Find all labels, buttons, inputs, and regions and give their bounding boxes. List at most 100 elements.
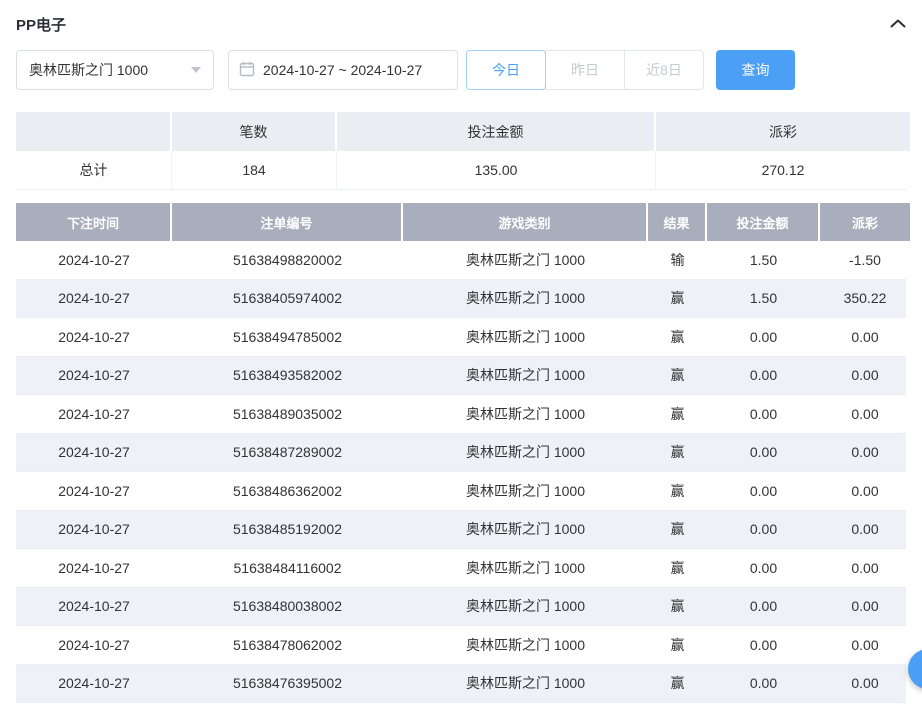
game-name: 奥林匹斯之门 1000 <box>403 626 648 664</box>
date-range-value: 2024-10-27 ~ 2024-10-27 <box>263 62 422 78</box>
bet-time: 2024-10-27 <box>16 626 172 664</box>
bet-id: 51638493582002 <box>172 357 403 395</box>
result: 赢 <box>648 472 707 510</box>
bet-time: 2024-10-27 <box>16 511 172 549</box>
filter-bar: 奥林匹斯之门 1000 2024-10-27 ~ 2024-10-27 今日昨日… <box>16 50 906 90</box>
bet-amount: 0.00 <box>707 472 820 510</box>
bet-id: 51638489035002 <box>172 395 403 433</box>
records-column-header: 下注时间 <box>16 203 172 241</box>
game-name: 奥林匹斯之门 1000 <box>403 434 648 472</box>
game-name: 奥林匹斯之门 1000 <box>403 588 648 626</box>
quick-range-button[interactable]: 今日 <box>466 50 546 90</box>
result: 赢 <box>648 357 707 395</box>
game-name: 奥林匹斯之门 1000 <box>403 241 648 279</box>
search-button[interactable]: 查询 <box>716 50 795 90</box>
quick-range-button[interactable]: 昨日 <box>545 50 625 90</box>
bet-time: 2024-10-27 <box>16 588 172 626</box>
quick-range-group: 今日昨日近8日 <box>466 50 704 90</box>
records-column-header: 结果 <box>648 203 707 241</box>
result: 赢 <box>648 665 707 703</box>
payout: -1.50 <box>820 241 910 279</box>
bet-id: 51638487289002 <box>172 434 403 472</box>
records-column-header: 游戏类别 <box>403 203 648 241</box>
summary-header-payout: 派彩 <box>656 112 910 151</box>
bet-amount: 1.50 <box>707 280 820 318</box>
date-range-picker[interactable]: 2024-10-27 ~ 2024-10-27 <box>228 50 458 90</box>
result: 赢 <box>648 511 707 549</box>
bet-id: 51638485192002 <box>172 511 403 549</box>
payout: 0.00 <box>820 395 910 433</box>
table-row: 2024-10-2751638485192002奥林匹斯之门 1000赢0.00… <box>16 511 906 550</box>
table-row: 2024-10-2751638487289002奥林匹斯之门 1000赢0.00… <box>16 434 906 473</box>
payout: 350.22 <box>820 280 910 318</box>
chevron-up-icon <box>890 15 906 33</box>
game-select[interactable]: 奥林匹斯之门 1000 <box>16 50 214 90</box>
quick-range-button[interactable]: 近8日 <box>624 50 704 90</box>
bet-id: 51638498820002 <box>172 241 403 279</box>
bet-id: 51638478062002 <box>172 626 403 664</box>
records-column-header: 注单编号 <box>172 203 403 241</box>
panel-header: PP电子 <box>16 0 906 34</box>
result: 赢 <box>648 434 707 472</box>
game-select-value: 奥林匹斯之门 1000 <box>29 60 148 80</box>
bet-id: 51638486362002 <box>172 472 403 510</box>
records-column-header: 投注金额 <box>707 203 820 241</box>
bet-time: 2024-10-27 <box>16 434 172 472</box>
bet-time: 2024-10-27 <box>16 318 172 356</box>
bet-time: 2024-10-27 <box>16 395 172 433</box>
payout: 0.00 <box>820 626 910 664</box>
payout: 0.00 <box>820 549 910 587</box>
bet-amount: 0.00 <box>707 588 820 626</box>
game-name: 奥林匹斯之门 1000 <box>403 549 648 587</box>
collapse-button[interactable] <box>890 15 906 33</box>
payout: 0.00 <box>820 318 910 356</box>
bet-time: 2024-10-27 <box>16 549 172 587</box>
summary-table: 笔数 投注金额 派彩 总计 184 135.00 270.12 <box>16 112 906 190</box>
chevron-down-icon <box>191 67 201 73</box>
bet-amount: 0.00 <box>707 626 820 664</box>
payout: 0.00 <box>820 357 910 395</box>
summary-header-bet-amount: 投注金额 <box>337 112 656 151</box>
table-row: 2024-10-2751638489035002奥林匹斯之门 1000赢0.00… <box>16 395 906 434</box>
records-column-header: 派彩 <box>820 203 910 241</box>
records-header-row: 下注时间注单编号游戏类别结果投注金额派彩 <box>16 203 906 241</box>
table-row: 2024-10-2751638486362002奥林匹斯之门 1000赢0.00… <box>16 472 906 511</box>
result: 赢 <box>648 280 707 318</box>
summary-header-blank <box>16 112 172 151</box>
game-name: 奥林匹斯之门 1000 <box>403 472 648 510</box>
bet-id: 51638476395002 <box>172 665 403 703</box>
table-row: 2024-10-2751638480038002奥林匹斯之门 1000赢0.00… <box>16 588 906 627</box>
summary-header-row: 笔数 投注金额 派彩 <box>16 112 906 151</box>
payout: 0.00 <box>820 511 910 549</box>
records-body: 2024-10-2751638498820002奥林匹斯之门 1000输1.50… <box>16 241 906 703</box>
bet-amount: 0.00 <box>707 665 820 703</box>
bet-amount: 0.00 <box>707 434 820 472</box>
bet-time: 2024-10-27 <box>16 241 172 279</box>
summary-payout-value: 270.12 <box>656 151 910 189</box>
bet-amount: 0.00 <box>707 511 820 549</box>
result: 赢 <box>648 549 707 587</box>
table-row: 2024-10-2751638405974002奥林匹斯之门 1000赢1.50… <box>16 280 906 319</box>
result: 赢 <box>648 588 707 626</box>
table-row: 2024-10-2751638493582002奥林匹斯之门 1000赢0.00… <box>16 357 906 396</box>
payout: 0.00 <box>820 434 910 472</box>
payout: 0.00 <box>820 588 910 626</box>
bet-amount: 0.00 <box>707 357 820 395</box>
bet-id: 51638480038002 <box>172 588 403 626</box>
summary-header-count: 笔数 <box>172 112 337 151</box>
table-row: 2024-10-2751638478062002奥林匹斯之门 1000赢0.00… <box>16 626 906 665</box>
game-name: 奥林匹斯之门 1000 <box>403 511 648 549</box>
game-name: 奥林匹斯之门 1000 <box>403 665 648 703</box>
bet-amount: 0.00 <box>707 318 820 356</box>
game-name: 奥林匹斯之门 1000 <box>403 357 648 395</box>
bet-amount: 1.50 <box>707 241 820 279</box>
result: 赢 <box>648 626 707 664</box>
bet-id: 51638484116002 <box>172 549 403 587</box>
game-name: 奥林匹斯之门 1000 <box>403 280 648 318</box>
game-name: 奥林匹斯之门 1000 <box>403 318 648 356</box>
bet-time: 2024-10-27 <box>16 280 172 318</box>
panel-title: PP电子 <box>16 14 66 35</box>
summary-count-value: 184 <box>172 151 337 189</box>
payout: 0.00 <box>820 665 910 703</box>
table-row: 2024-10-2751638484116002奥林匹斯之门 1000赢0.00… <box>16 549 906 588</box>
